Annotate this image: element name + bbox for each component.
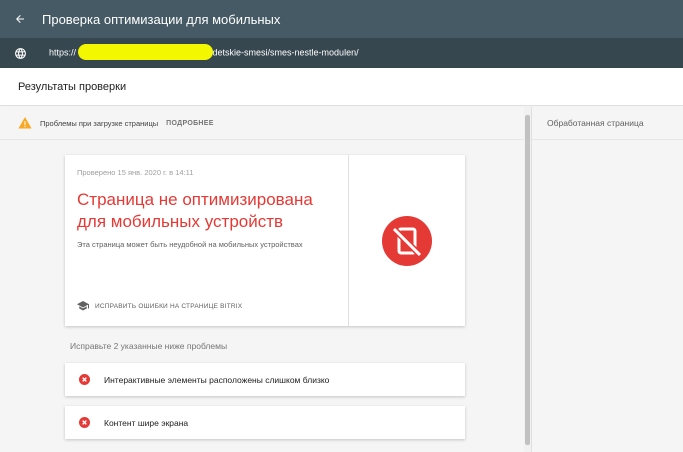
issue-tap-targets[interactable]: Интерактивные элементы расположены слишк…	[65, 363, 465, 396]
rendered-page-title[interactable]: Обработанная страница	[532, 107, 683, 140]
issue-content-wider[interactable]: Контент шире экрана	[65, 406, 465, 439]
verdict-title: Страница не оптимизирована для мобильных…	[77, 190, 313, 231]
issue-label: Интерактивные элементы расположены слишк…	[104, 374, 330, 385]
warning-bar: Проблемы при загрузке страницы ПОДРОБНЕЕ	[0, 107, 524, 140]
warning-icon	[18, 117, 32, 129]
redacted-url-mark	[78, 44, 214, 60]
checked-at: Проверено 15 янв. 2020 г. в 14:11	[77, 168, 194, 177]
scrollbar-thumb[interactable]	[525, 115, 530, 445]
url-prefix: https://	[49, 47, 77, 58]
not-mobile-friendly-icon	[382, 215, 432, 266]
error-icon	[79, 417, 90, 428]
details-link[interactable]: ПОДРОБНЕЕ	[166, 120, 214, 127]
result-card-main: Проверено 15 янв. 2020 г. в 14:11 Страни…	[65, 155, 348, 326]
back-button[interactable]	[0, 0, 40, 38]
result-card: Проверено 15 янв. 2020 г. в 14:11 Страни…	[65, 155, 465, 326]
right-panel: Обработанная страница	[531, 107, 683, 452]
url-text[interactable]: https:// g/detskie-smesi/smes-nestle-modu…	[49, 44, 359, 61]
fix-bitrix-label: ИСПРАВИТЬ ОШИБКИ НА СТРАНИЦЕ BITRIX	[95, 302, 243, 310]
warning-text: Проблемы при загрузке страницы	[40, 118, 159, 128]
app-title: Проверка оптимизации для мобильных	[42, 11, 281, 27]
results-title: Результаты проверки	[18, 80, 127, 93]
url-suffix: g/detskie-smesi/smes-nestle-modulen/	[205, 47, 359, 58]
globe-icon	[0, 38, 40, 68]
graduation-cap-icon	[77, 301, 89, 311]
url-bar: https:// g/detskie-smesi/smes-nestle-modu…	[0, 38, 683, 68]
fix-bitrix-link[interactable]: ИСПРАВИТЬ ОШИБКИ НА СТРАНИЦЕ BITRIX	[77, 301, 242, 311]
scrollbar[interactable]	[524, 107, 531, 452]
issues-heading: Исправьте 2 указанные ниже проблемы	[70, 341, 228, 351]
issue-label: Контент шире экрана	[104, 417, 189, 428]
verdict-subtext: Эта страница может быть неудобной на моб…	[77, 240, 303, 249]
results-header: Результаты проверки	[0, 68, 683, 106]
arrow-left-icon	[16, 15, 24, 23]
page: Проверка оптимизации для мобильных https…	[0, 0, 683, 452]
result-card-status	[349, 155, 465, 326]
error-icon	[79, 374, 90, 385]
app-bar: Проверка оптимизации для мобильных	[0, 0, 683, 38]
